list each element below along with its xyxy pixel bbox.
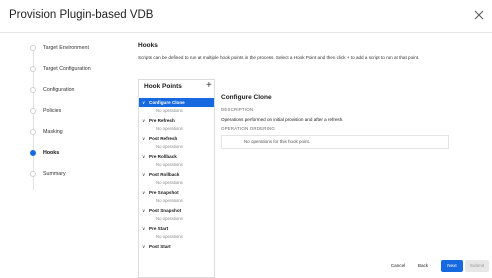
chevron-down-icon[interactable]: ∨ (142, 225, 145, 232)
chevron-down-icon[interactable]: ∨ (142, 189, 145, 196)
close-icon[interactable] (473, 9, 485, 21)
hook-point-name: Configure Clone (149, 100, 185, 105)
wizard-step[interactable]: Policies (26, 106, 136, 116)
chevron-down-icon[interactable]: ∨ (142, 171, 145, 178)
operation-ordering-label: OPERATION ORDERING (221, 126, 276, 131)
hook-point-item[interactable]: ∨ Pre Snapshot (139, 188, 214, 197)
wizard-step[interactable]: Target Configuration (26, 64, 136, 74)
hook-point-name: Post Rollback (149, 172, 180, 177)
modal-title: Provision Plugin-based VDB (9, 9, 154, 21)
chevron-down-icon[interactable]: ∨ (142, 117, 145, 124)
empty-operations-text: No operations for this hook point. (244, 139, 311, 144)
cancel-button[interactable]: Cancel (387, 260, 409, 272)
chevron-down-icon[interactable]: ∨ (142, 207, 145, 214)
operations-list: No operations for this hook point. (221, 135, 449, 149)
hook-point-operations: No operations (156, 198, 183, 203)
wizard-step[interactable]: Summary (26, 169, 136, 179)
hook-point-operations: No operations (156, 126, 183, 131)
hook-point-name: Pre Refresh (149, 118, 175, 123)
step-label: Masking (43, 129, 63, 135)
hook-point-item[interactable]: ∨ Post Rollback (139, 170, 214, 179)
hook-point-name: Pre Start (149, 226, 169, 231)
hook-point-item[interactable]: ∨ Post Refresh (139, 134, 214, 143)
hook-points-title: Hook Points (144, 83, 182, 90)
next-button[interactable]: Next (441, 260, 463, 272)
step-indicator (30, 66, 36, 72)
step-indicator (30, 129, 36, 135)
hook-point-operations: No operations (156, 144, 183, 149)
hook-point-operations: No operations (156, 162, 183, 167)
step-label: Target Configuration (43, 66, 91, 72)
section-description: Scripts can be defined to run at multipl… (138, 55, 420, 60)
step-label: Summary (43, 171, 66, 177)
hook-point-name: Pre Rollback (149, 154, 177, 159)
hook-point-item[interactable]: ∨ Pre Rollback (139, 152, 214, 161)
submit-button: Submit (465, 260, 489, 272)
hook-point-name: Post Snapshot (149, 208, 182, 213)
step-label: Hooks (43, 150, 60, 156)
hook-point-item[interactable]: ∨ Configure Clone (139, 98, 214, 107)
hook-point-operations: No operations (156, 108, 183, 113)
chevron-down-icon[interactable]: ∨ (142, 153, 145, 160)
hook-point-operations: No operations (156, 234, 183, 239)
hook-point-name: Post Refresh (149, 136, 178, 141)
hook-point-operations: No operations (156, 180, 183, 185)
hook-points-panel: Hook Points + ∨ Configure Clone No operati… (138, 79, 215, 278)
hook-point-name: Post Start (149, 244, 171, 249)
chevron-down-icon[interactable]: ∨ (142, 99, 145, 106)
chevron-down-icon[interactable]: ∨ (142, 135, 145, 142)
description-label: DESCRIPTION (221, 107, 254, 112)
wizard-step[interactable]: Target Environment (26, 43, 136, 53)
step-indicator (30, 108, 36, 114)
step-label: Configuration (43, 87, 75, 93)
chevron-down-icon[interactable]: ∨ (142, 243, 145, 250)
hook-point-item[interactable]: ∨ Pre Refresh (139, 116, 214, 125)
back-button[interactable]: Back (413, 260, 433, 272)
hook-point-item[interactable]: ∨ Post Start (139, 242, 214, 251)
modal-header: Provision Plugin-based VDB (0, 0, 492, 33)
hook-detail-title: Configure Clone (221, 94, 272, 101)
step-indicator (30, 45, 36, 51)
wizard-step[interactable]: Hooks (26, 148, 136, 158)
wizard-step[interactable]: Masking (26, 127, 136, 137)
section-title: Hooks (138, 42, 158, 49)
hook-point-item[interactable]: ∨ Pre Start (139, 224, 214, 233)
wizard-steps: Target Environment Target Configuration Co… (26, 38, 136, 228)
hook-point-operations: No operations (156, 216, 183, 221)
step-label: Target Environment (43, 45, 89, 51)
hook-point-name: Pre Snapshot (149, 190, 179, 195)
hook-point-item[interactable]: ∨ Post Snapshot (139, 206, 214, 215)
add-script-button[interactable]: + (206, 80, 212, 92)
step-label: Policies (43, 108, 62, 114)
step-indicator-active (30, 150, 36, 156)
wizard-step[interactable]: Configuration (26, 85, 136, 95)
description-text: Operations performed on initial provisio… (221, 117, 344, 122)
step-indicator (30, 87, 36, 93)
modal-footer: Cancel Back Next Submit (0, 256, 492, 273)
step-indicator (30, 171, 36, 177)
